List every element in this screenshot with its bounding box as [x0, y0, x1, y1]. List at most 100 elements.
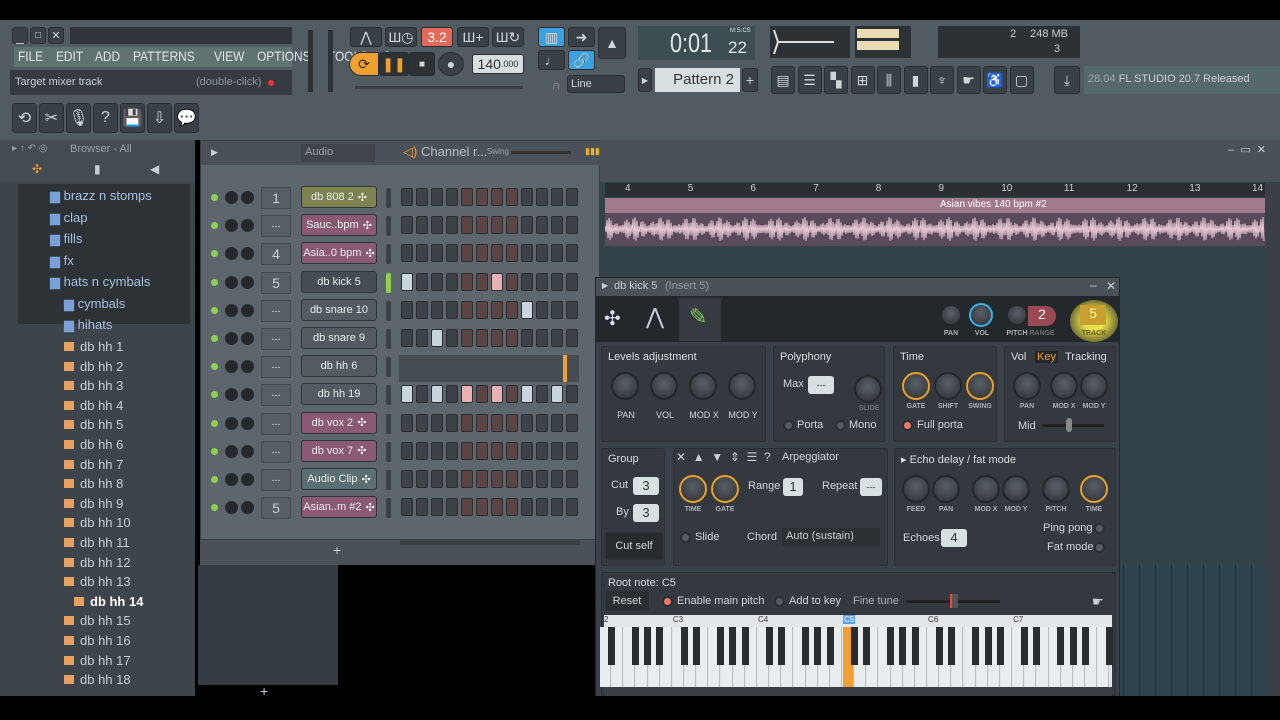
browser-folder[interactable]: ▆ clap — [50, 210, 87, 226]
browser-all-icon[interactable]: ✣ — [32, 162, 42, 176]
mute-led-icon[interactable] — [211, 222, 218, 230]
channel-pan-knob[interactable] — [225, 416, 238, 430]
step-button[interactable] — [401, 498, 413, 517]
browser-file[interactable]: db hh 3 — [64, 378, 123, 393]
song-position-slider[interactable] — [355, 86, 523, 89]
save-icon[interactable]: 💾 — [120, 103, 145, 133]
channel-name-button[interactable]: db snare 10 — [301, 298, 377, 321]
step-button[interactable] — [491, 470, 503, 488]
channel-pan-knob[interactable] — [225, 444, 238, 458]
step-button[interactable] — [506, 413, 518, 432]
step-button[interactable] — [491, 272, 503, 291]
add-channel-button[interactable]: + — [333, 542, 341, 558]
step-button[interactable] — [551, 470, 563, 488]
menu-edit[interactable]: EDIT — [56, 48, 83, 64]
mixer-track-number[interactable]: --- — [261, 356, 291, 379]
step-button[interactable] — [476, 498, 488, 517]
black-key[interactable] — [656, 627, 664, 665]
arp-range-spinner[interactable]: 1 — [783, 478, 803, 496]
maximize-button[interactable]: □ — [30, 27, 46, 44]
mute-led-icon[interactable] — [211, 250, 218, 258]
step-button[interactable] — [491, 300, 503, 319]
black-key[interactable] — [1106, 627, 1114, 665]
black-key[interactable] — [1020, 627, 1028, 665]
step-button[interactable] — [401, 216, 413, 235]
echo-pan-knob[interactable] — [932, 475, 960, 503]
echo-title[interactable]: ▸ Echo delay / fat mode — [901, 453, 1016, 466]
chord-select[interactable]: Auto (sustain) — [782, 528, 880, 546]
black-key[interactable] — [802, 627, 810, 665]
swing-slider[interactable] — [511, 151, 571, 154]
echo-pitch-knob[interactable] — [1042, 475, 1070, 503]
black-key[interactable] — [984, 627, 992, 665]
graph-editor-icon[interactable]: ▮▮▮ — [585, 146, 600, 157]
arp-slide-radio[interactable] — [680, 532, 691, 543]
porta-radio[interactable] — [783, 420, 794, 431]
step-button[interactable] — [431, 498, 443, 517]
mixer-track-number[interactable]: 4 — [261, 243, 291, 266]
step-button[interactable] — [461, 300, 473, 319]
mid-slider[interactable] — [1042, 418, 1104, 432]
step-button[interactable] — [491, 498, 503, 517]
step-button[interactable] — [566, 470, 578, 488]
black-key[interactable] — [777, 627, 785, 665]
step-button[interactable] — [461, 216, 473, 235]
step-button[interactable] — [551, 413, 563, 432]
channel-pan-knob[interactable] — [225, 360, 238, 374]
step-button[interactable] — [521, 216, 533, 235]
step-button[interactable] — [431, 216, 443, 235]
vol-knob[interactable] — [969, 303, 993, 327]
step-button[interactable] — [476, 329, 488, 347]
stop-button[interactable]: ■ — [409, 52, 435, 76]
fat-mode-radio[interactable] — [1094, 542, 1105, 553]
ping-pong-radio[interactable] — [1094, 523, 1105, 534]
black-key[interactable] — [826, 627, 834, 665]
step-button[interactable] — [551, 441, 563, 460]
menu-options[interactable]: OPTIONS — [257, 48, 311, 64]
swing-knob[interactable] — [966, 372, 994, 400]
record-button[interactable]: ● — [438, 52, 464, 76]
pitch-knob[interactable] — [1006, 304, 1028, 326]
arp-gate-knob[interactable] — [711, 475, 739, 503]
step-button[interactable] — [551, 216, 563, 235]
channel-pan-knob[interactable] — [225, 388, 238, 402]
piano-roll-snap-icon[interactable]: ▥ — [538, 27, 565, 47]
channel-pan-knob[interactable] — [225, 275, 238, 289]
close-button[interactable]: ✕ — [48, 27, 64, 44]
step-button[interactable] — [506, 498, 518, 517]
browser-file[interactable]: db hh 10 — [64, 515, 131, 530]
mixer-track-number[interactable]: --- — [261, 440, 291, 463]
step-button[interactable] — [536, 272, 548, 291]
step-button[interactable] — [491, 329, 503, 347]
channel-select-indicator[interactable] — [386, 244, 391, 265]
channel-select-indicator[interactable] — [386, 498, 391, 519]
browser-folder[interactable]: ▆ fills — [50, 231, 82, 247]
mixer-track-number[interactable]: --- — [261, 469, 291, 491]
step-button[interactable] — [566, 385, 578, 404]
step-button[interactable] — [431, 470, 443, 488]
echo-time-knob[interactable] — [1080, 475, 1108, 503]
pattern-prev-button[interactable]: ▶ — [638, 68, 652, 92]
browser-file[interactable]: db hh 15 — [64, 613, 131, 628]
key-tracking-knob-2[interactable] — [1080, 372, 1108, 400]
step-button[interactable] — [536, 329, 548, 347]
step-button[interactable] — [521, 413, 533, 432]
channel-pan-knob[interactable] — [225, 332, 238, 345]
step-button[interactable] — [431, 413, 443, 432]
add-to-key-radio[interactable] — [774, 596, 785, 607]
step-button[interactable] — [446, 498, 458, 517]
browser-file[interactable]: db hh 6 — [64, 437, 123, 452]
step-button[interactable] — [461, 413, 473, 432]
mixer-track-number[interactable]: 5 — [261, 497, 291, 520]
envelope-tab-icon[interactable]: ⋀ — [646, 304, 664, 330]
channel-name-button[interactable]: db hh 6 — [301, 355, 377, 378]
step-button[interactable] — [491, 188, 503, 206]
window-menu-icon[interactable]: ▶ — [602, 281, 608, 290]
black-key[interactable] — [729, 627, 737, 665]
help-icon[interactable]: ? — [93, 103, 118, 133]
step-button[interactable] — [416, 329, 428, 347]
step-button[interactable] — [551, 498, 563, 517]
step-button[interactable] — [521, 470, 533, 488]
loop-record-button[interactable]: Ш↻ — [492, 27, 524, 47]
step-button[interactable] — [401, 470, 413, 488]
